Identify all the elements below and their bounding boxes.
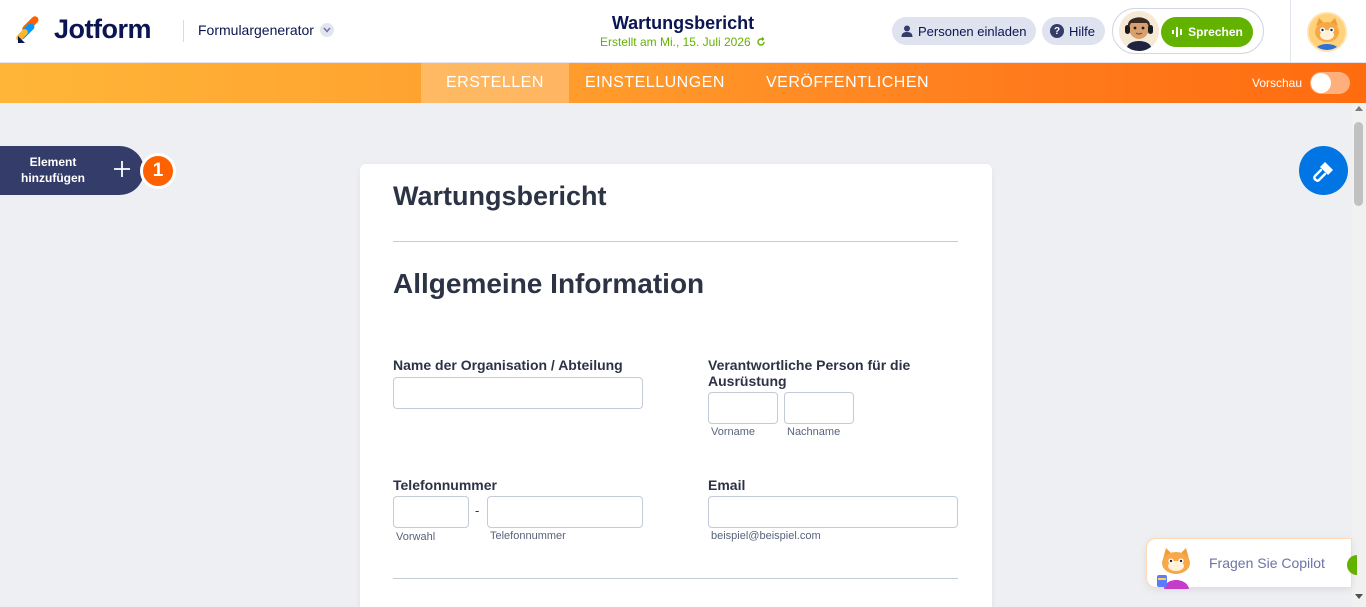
chevron-down-icon (319, 23, 334, 37)
phone-label: Telefonnummer (393, 477, 497, 493)
invite-label: Personen einladen (918, 23, 1027, 39)
area-code-input[interactable] (393, 496, 469, 528)
refresh-icon (757, 37, 765, 46)
copilot-button[interactable]: Fragen Sie Copilot (1146, 538, 1357, 589)
page-title: Wartungsbericht (611, 13, 755, 33)
question-icon: ? (1050, 24, 1064, 38)
copilot-label: Fragen Sie Copilot (1209, 555, 1325, 571)
last-name-input[interactable] (784, 392, 854, 424)
voice-wave-icon (1172, 27, 1183, 37)
first-name-sublabel: Vorname (711, 426, 756, 438)
speak-button[interactable]: Sprechen (1161, 17, 1253, 47)
phone-number-sublabel: Telefonnummer (490, 530, 566, 542)
header-separator (1290, 0, 1291, 63)
form-generator-dropdown[interactable]: Formulargenerator (198, 22, 334, 38)
scroll-up-arrow-icon[interactable] (1355, 106, 1363, 111)
form-card: Wartungsbericht Allgemeine Information N… (360, 164, 992, 607)
help-label: Hilfe (1069, 23, 1096, 39)
jotform-logo-icon (16, 15, 39, 43)
plus-icon (112, 155, 132, 184)
user-icon (901, 25, 913, 37)
header-divider (183, 20, 184, 42)
phone-number-input[interactable] (487, 496, 643, 528)
last-name-sublabel: Nachname (787, 426, 841, 438)
ai-agent-widget: Sprechen (1112, 8, 1264, 54)
tab-erstellen[interactable]: ERSTELLEN (421, 63, 569, 103)
toggle-knob (1311, 73, 1331, 93)
paint-roller-icon (1312, 161, 1333, 182)
cat-avatar-icon (1309, 14, 1345, 50)
speak-label: Sprechen (1188, 25, 1243, 39)
email-label: Email (708, 477, 746, 493)
help-button[interactable]: ? Hilfe (1042, 17, 1106, 45)
first-name-input[interactable] (708, 392, 778, 424)
top-header: Jotform Formulargenerator Wartungsberich… (0, 0, 1366, 63)
form-title-block[interactable]: Wartungsbericht Erstellt am Mi., 15. Jul… (583, 13, 783, 49)
divider (393, 578, 958, 579)
tab-einstellungen[interactable]: EINSTELLUNGEN (585, 63, 725, 103)
invite-people-button[interactable]: Personen einladen (892, 17, 1037, 45)
organisation-label: Name der Organisation / Abteilung (393, 357, 623, 373)
phone-separator: - (475, 503, 480, 518)
email-sublabel: beispiel@beispiel.com (711, 530, 821, 542)
agent-avatar (1119, 11, 1159, 51)
email-input[interactable] (708, 496, 958, 528)
add-element-button[interactable]: Element hinzufügen (0, 146, 144, 195)
add-element-label: Element hinzufügen (21, 155, 85, 185)
created-date: Erstellt am Mi., 15. Juli 2026 (583, 35, 783, 49)
form-heading[interactable]: Wartungsbericht (393, 181, 607, 212)
organisation-input[interactable] (393, 377, 643, 409)
scrollbar-thumb[interactable] (1354, 122, 1363, 206)
form-designer-button[interactable] (1299, 146, 1348, 195)
responsible-person-label: Verantwortliche Person für die Ausrüstun… (708, 357, 911, 389)
form-generator-label: Formulargenerator (198, 22, 314, 38)
tab-veroeffentlichen[interactable]: VERÖFFENTLICHEN (766, 63, 929, 103)
preview-label: Vorschau (1252, 76, 1303, 90)
notification-badge: 1 (140, 153, 176, 189)
section-heading[interactable]: Allgemeine Information (393, 268, 704, 300)
builder-nav: ERSTELLEN EINSTELLUNGEN VERÖFFENTLICHEN … (0, 63, 1366, 103)
divider (393, 241, 958, 242)
copilot-status-indicator (1347, 555, 1357, 575)
jotform-logo[interactable]: Jotform (16, 14, 152, 45)
preview-toggle[interactable] (1310, 72, 1350, 94)
logo-text: Jotform (54, 14, 152, 44)
user-avatar[interactable] (1307, 12, 1347, 52)
scroll-down-arrow-icon[interactable] (1355, 594, 1363, 599)
copilot-cat-icon (1157, 548, 1190, 589)
area-code-sublabel: Vorwahl (396, 531, 436, 543)
